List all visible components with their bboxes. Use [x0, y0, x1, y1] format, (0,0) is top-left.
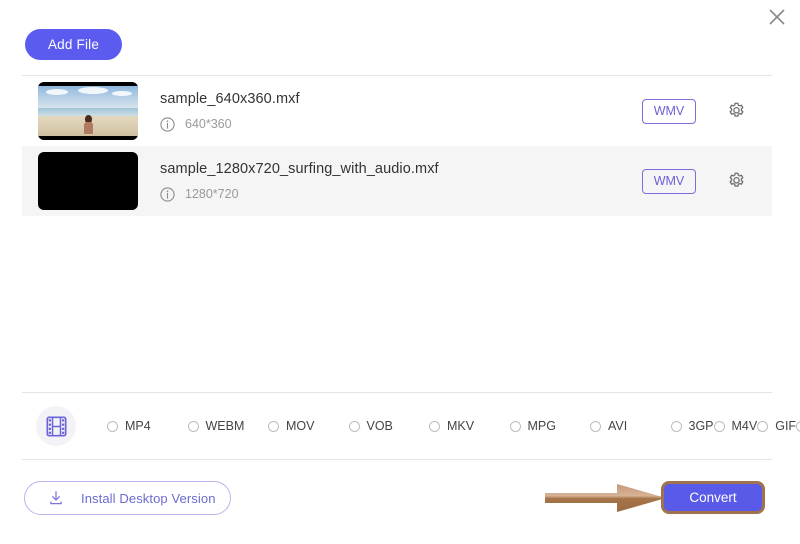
radio-indicator — [509, 420, 521, 432]
radio-indicator — [187, 420, 199, 432]
format-options: MP4 WEBM MOV VOB MKV MPG AVI 3GP M4V GIF… — [107, 415, 800, 438]
output-format-button[interactable]: WMV — [642, 98, 696, 124]
film-strip-icon — [46, 416, 67, 437]
format-picker: MP4 WEBM MOV VOB MKV MPG AVI 3GP M4V GIF… — [22, 392, 800, 460]
file-thumbnail — [38, 152, 138, 210]
video-category-button[interactable] — [36, 406, 76, 446]
format-option-vob[interactable]: VOB — [348, 415, 430, 438]
radio-indicator — [670, 420, 682, 432]
file-thumbnail — [38, 82, 138, 140]
format-option-flv[interactable]: FLV — [796, 415, 800, 438]
info-circle-icon — [160, 116, 175, 132]
file-name: sample_640x360.mxf — [160, 90, 300, 107]
close-icon — [769, 9, 785, 25]
install-desktop-version-label: Install Desktop Version — [81, 490, 216, 506]
download-icon — [47, 489, 65, 507]
output-format-button[interactable]: WMV — [642, 168, 696, 194]
format-option-mpg[interactable]: MPG — [509, 415, 591, 438]
format-option-webm[interactable]: WEBM — [187, 415, 269, 438]
format-option-mp4[interactable]: MP4 — [107, 415, 188, 438]
file-settings-button[interactable] — [724, 99, 748, 123]
arrow-right-annotation — [545, 484, 666, 512]
file-info: sample_640x360.mxf 640*360 — [160, 91, 642, 132]
radio-indicator — [348, 420, 360, 432]
close-window-button[interactable] — [762, 2, 792, 32]
file-resolution: 1280*720 — [185, 187, 239, 201]
table-row[interactable]: sample_1280x720_surfing_with_audio.mxf 1… — [22, 146, 772, 216]
radio-indicator — [268, 420, 279, 432]
radio-indicator — [107, 420, 118, 432]
format-option-avi[interactable]: AVI — [590, 415, 671, 438]
radio-indicator — [429, 420, 440, 432]
footer: Install Desktop Version Convert — [0, 479, 800, 524]
table-row[interactable]: sample_640x360.mxf 640*360 WMV — [22, 76, 772, 146]
install-desktop-version-button[interactable]: Install Desktop Version — [24, 481, 231, 515]
gear-icon — [729, 172, 743, 187]
file-list: sample_640x360.mxf 640*360 WMV sample_12… — [22, 75, 772, 216]
convert-button[interactable]: Convert — [661, 481, 765, 514]
file-resolution: 640*360 — [185, 117, 232, 131]
file-info: sample_1280x720_surfing_with_audio.mxf 1… — [160, 161, 642, 202]
format-option-m4v[interactable]: M4V — [713, 415, 757, 438]
format-option-gif[interactable]: GIF — [757, 415, 796, 438]
info-circle-icon — [160, 186, 175, 202]
gear-icon — [729, 102, 743, 117]
format-option-mov[interactable]: MOV — [268, 415, 349, 438]
radio-indicator — [757, 420, 769, 432]
add-file-button[interactable]: Add File — [25, 29, 122, 60]
toolbar: Add File — [25, 29, 122, 60]
radio-indicator — [713, 420, 725, 432]
format-option-mkv[interactable]: MKV — [429, 415, 510, 438]
format-option-3gp[interactable]: 3GP — [670, 415, 714, 438]
radio-indicator — [796, 420, 800, 432]
file-name: sample_1280x720_surfing_with_audio.mxf — [160, 160, 439, 177]
radio-indicator — [590, 420, 601, 432]
format-bottom-divider — [22, 459, 772, 460]
file-settings-button[interactable] — [724, 169, 748, 193]
